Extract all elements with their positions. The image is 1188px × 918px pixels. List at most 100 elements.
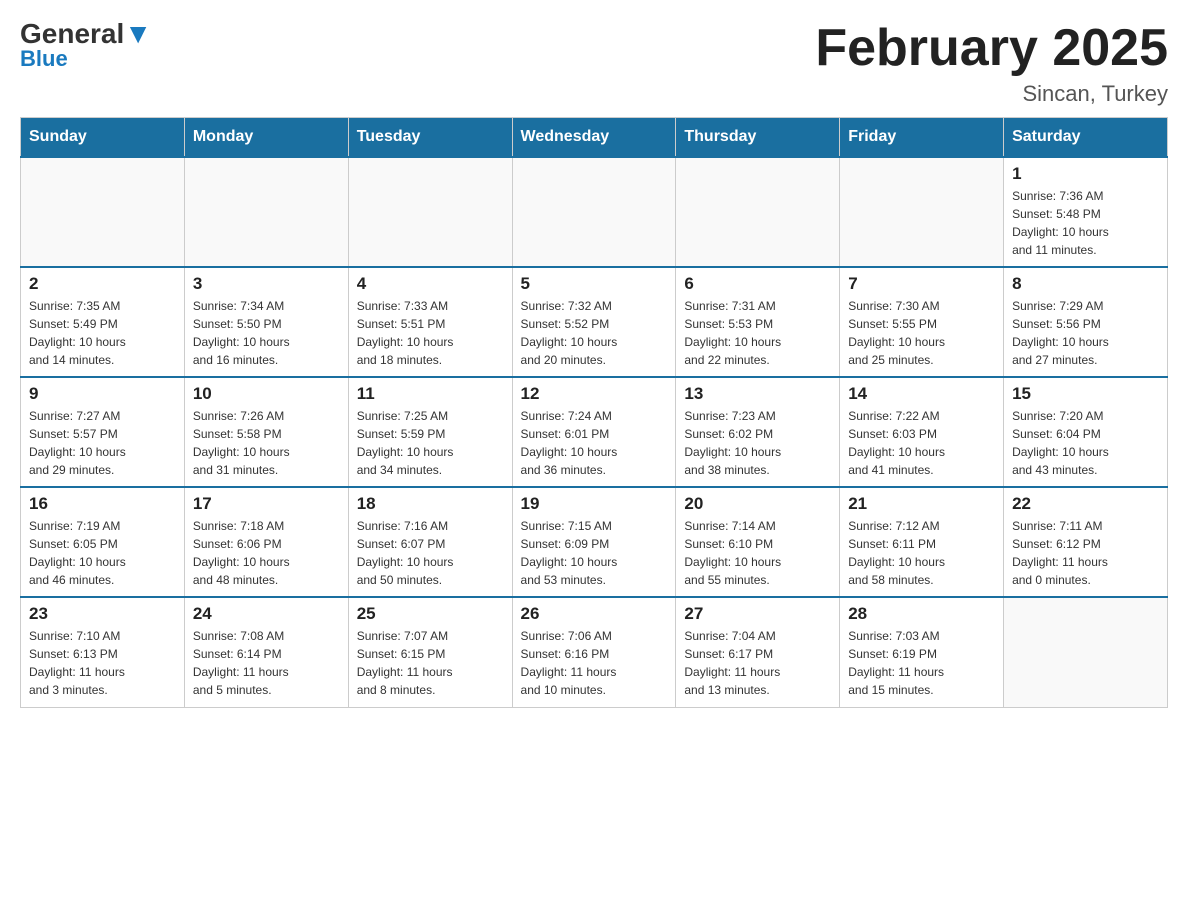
day-info: Sunrise: 7:10 AM Sunset: 6:13 PM Dayligh… <box>29 627 176 699</box>
day-number: 6 <box>684 274 831 294</box>
day-number: 20 <box>684 494 831 514</box>
day-info: Sunrise: 7:18 AM Sunset: 6:06 PM Dayligh… <box>193 517 340 589</box>
calendar-cell-w3-d4: 12 Sunrise: 7:24 AM Sunset: 6:01 PM Dayli… <box>512 377 676 487</box>
day-info: Sunrise: 7:35 AM Sunset: 5:49 PM Dayligh… <box>29 297 176 369</box>
day-info: Sunrise: 7:19 AM Sunset: 6:05 PM Dayligh… <box>29 517 176 589</box>
calendar-cell-w3-d7: 15 Sunrise: 7:20 AM Sunset: 6:04 PM Dayli… <box>1004 377 1168 487</box>
calendar-cell-w5-d2: 24 Sunrise: 7:08 AM Sunset: 6:14 PM Dayli… <box>184 597 348 707</box>
day-number: 27 <box>684 604 831 624</box>
calendar-cell-w5-d7 <box>1004 597 1168 707</box>
day-info: Sunrise: 7:30 AM Sunset: 5:55 PM Dayligh… <box>848 297 995 369</box>
day-info: Sunrise: 7:15 AM Sunset: 6:09 PM Dayligh… <box>521 517 668 589</box>
day-info: Sunrise: 7:14 AM Sunset: 6:10 PM Dayligh… <box>684 517 831 589</box>
day-number: 21 <box>848 494 995 514</box>
logo-triangle-icon: ▼ <box>124 18 152 49</box>
day-info: Sunrise: 7:22 AM Sunset: 6:03 PM Dayligh… <box>848 407 995 479</box>
calendar-cell-w1-d6 <box>840 157 1004 267</box>
calendar-cell-w2-d3: 4Sunrise: 7:33 AM Sunset: 5:51 PM Daylig… <box>348 267 512 377</box>
title-section: February 2025 Sincan, Turkey <box>815 20 1168 107</box>
day-info: Sunrise: 7:29 AM Sunset: 5:56 PM Dayligh… <box>1012 297 1159 369</box>
calendar-cell-w2-d6: 7 Sunrise: 7:30 AM Sunset: 5:55 PM Daylig… <box>840 267 1004 377</box>
calendar-cell-w3-d5: 13 Sunrise: 7:23 AM Sunset: 6:02 PM Dayli… <box>676 377 840 487</box>
day-info: Sunrise: 7:08 AM Sunset: 6:14 PM Dayligh… <box>193 627 340 699</box>
day-number: 15 <box>1012 384 1159 404</box>
day-number: 1 <box>1012 164 1159 184</box>
calendar-cell-w3-d6: 14 Sunrise: 7:22 AM Sunset: 6:03 PM Dayli… <box>840 377 1004 487</box>
day-number: 12 <box>521 384 668 404</box>
day-number: 16 <box>29 494 176 514</box>
calendar-cell-w5-d3: 25 Sunrise: 7:07 AM Sunset: 6:15 PM Dayli… <box>348 597 512 707</box>
day-info: Sunrise: 7:36 AM Sunset: 5:48 PM Dayligh… <box>1012 187 1159 259</box>
day-number: 14 <box>848 384 995 404</box>
day-info: Sunrise: 7:25 AM Sunset: 5:59 PM Dayligh… <box>357 407 504 479</box>
day-info: Sunrise: 7:34 AM Sunset: 5:50 PM Dayligh… <box>193 297 340 369</box>
day-info: Sunrise: 7:03 AM Sunset: 6:19 PM Dayligh… <box>848 627 995 699</box>
day-number: 4 <box>357 274 504 294</box>
day-number: 26 <box>521 604 668 624</box>
calendar-cell-w1-d2 <box>184 157 348 267</box>
calendar-cell-w4-d4: 19 Sunrise: 7:15 AM Sunset: 6:09 PM Dayli… <box>512 487 676 597</box>
calendar-cell-w4-d6: 21 Sunrise: 7:12 AM Sunset: 6:11 PM Dayli… <box>840 487 1004 597</box>
day-info: Sunrise: 7:23 AM Sunset: 6:02 PM Dayligh… <box>684 407 831 479</box>
day-info: Sunrise: 7:24 AM Sunset: 6:01 PM Dayligh… <box>521 407 668 479</box>
day-info: Sunrise: 7:07 AM Sunset: 6:15 PM Dayligh… <box>357 627 504 699</box>
day-number: 2 <box>29 274 176 294</box>
calendar-cell-w5-d6: 28Sunrise: 7:03 AM Sunset: 6:19 PM Dayli… <box>840 597 1004 707</box>
calendar-cell-w1-d3 <box>348 157 512 267</box>
calendar-cell-w5-d5: 27 Sunrise: 7:04 AM Sunset: 6:17 PM Dayli… <box>676 597 840 707</box>
calendar-cell-w2-d7: 8 Sunrise: 7:29 AM Sunset: 5:56 PM Daylig… <box>1004 267 1168 377</box>
day-info: Sunrise: 7:32 AM Sunset: 5:52 PM Dayligh… <box>521 297 668 369</box>
day-info: Sunrise: 7:26 AM Sunset: 5:58 PM Dayligh… <box>193 407 340 479</box>
day-info: Sunrise: 7:20 AM Sunset: 6:04 PM Dayligh… <box>1012 407 1159 479</box>
calendar-week-4: 16 Sunrise: 7:19 AM Sunset: 6:05 PM Dayli… <box>21 487 1168 597</box>
day-number: 13 <box>684 384 831 404</box>
location-text: Sincan, Turkey <box>815 81 1168 107</box>
day-number: 23 <box>29 604 176 624</box>
calendar-cell-w2-d5: 6 Sunrise: 7:31 AM Sunset: 5:53 PM Daylig… <box>676 267 840 377</box>
calendar-cell-w3-d3: 11 Sunrise: 7:25 AM Sunset: 5:59 PM Dayli… <box>348 377 512 487</box>
day-info: Sunrise: 7:27 AM Sunset: 5:57 PM Dayligh… <box>29 407 176 479</box>
logo-general-text: General▼ <box>20 20 152 48</box>
month-title: February 2025 <box>815 20 1168 77</box>
calendar-cell-w5-d1: 23 Sunrise: 7:10 AM Sunset: 6:13 PM Dayli… <box>21 597 185 707</box>
calendar-table: Sunday Monday Tuesday Wednesday Thursday… <box>20 117 1168 708</box>
day-number: 3 <box>193 274 340 294</box>
calendar-cell-w4-d1: 16 Sunrise: 7:19 AM Sunset: 6:05 PM Dayli… <box>21 487 185 597</box>
day-number: 22 <box>1012 494 1159 514</box>
calendar-week-5: 23 Sunrise: 7:10 AM Sunset: 6:13 PM Dayli… <box>21 597 1168 707</box>
day-number: 24 <box>193 604 340 624</box>
header-sunday: Sunday <box>21 118 185 158</box>
calendar-header-row: Sunday Monday Tuesday Wednesday Thursday… <box>21 118 1168 158</box>
calendar-cell-w4-d2: 17 Sunrise: 7:18 AM Sunset: 6:06 PM Dayli… <box>184 487 348 597</box>
day-info: Sunrise: 7:16 AM Sunset: 6:07 PM Dayligh… <box>357 517 504 589</box>
day-number: 18 <box>357 494 504 514</box>
day-info: Sunrise: 7:12 AM Sunset: 6:11 PM Dayligh… <box>848 517 995 589</box>
header-saturday: Saturday <box>1004 118 1168 158</box>
day-info: Sunrise: 7:11 AM Sunset: 6:12 PM Dayligh… <box>1012 517 1159 589</box>
day-number: 11 <box>357 384 504 404</box>
day-number: 10 <box>193 384 340 404</box>
day-number: 25 <box>357 604 504 624</box>
calendar-cell-w1-d4 <box>512 157 676 267</box>
header-tuesday: Tuesday <box>348 118 512 158</box>
header-thursday: Thursday <box>676 118 840 158</box>
day-number: 7 <box>848 274 995 294</box>
day-info: Sunrise: 7:04 AM Sunset: 6:17 PM Dayligh… <box>684 627 831 699</box>
day-number: 17 <box>193 494 340 514</box>
header-friday: Friday <box>840 118 1004 158</box>
calendar-week-2: 2 Sunrise: 7:35 AM Sunset: 5:49 PM Daylig… <box>21 267 1168 377</box>
day-number: 19 <box>521 494 668 514</box>
calendar-cell-w1-d7: 1 Sunrise: 7:36 AM Sunset: 5:48 PM Daylig… <box>1004 157 1168 267</box>
logo: General▼ Blue <box>20 20 152 72</box>
calendar-cell-w2-d4: 5Sunrise: 7:32 AM Sunset: 5:52 PM Daylig… <box>512 267 676 377</box>
day-number: 8 <box>1012 274 1159 294</box>
calendar-week-3: 9Sunrise: 7:27 AM Sunset: 5:57 PM Daylig… <box>21 377 1168 487</box>
calendar-cell-w2-d1: 2 Sunrise: 7:35 AM Sunset: 5:49 PM Daylig… <box>21 267 185 377</box>
day-info: Sunrise: 7:31 AM Sunset: 5:53 PM Dayligh… <box>684 297 831 369</box>
calendar-cell-w3-d1: 9Sunrise: 7:27 AM Sunset: 5:57 PM Daylig… <box>21 377 185 487</box>
calendar-cell-w5-d4: 26 Sunrise: 7:06 AM Sunset: 6:16 PM Dayli… <box>512 597 676 707</box>
calendar-cell-w4-d3: 18 Sunrise: 7:16 AM Sunset: 6:07 PM Dayli… <box>348 487 512 597</box>
calendar-cell-w1-d5 <box>676 157 840 267</box>
day-info: Sunrise: 7:06 AM Sunset: 6:16 PM Dayligh… <box>521 627 668 699</box>
calendar-cell-w4-d7: 22 Sunrise: 7:11 AM Sunset: 6:12 PM Dayli… <box>1004 487 1168 597</box>
